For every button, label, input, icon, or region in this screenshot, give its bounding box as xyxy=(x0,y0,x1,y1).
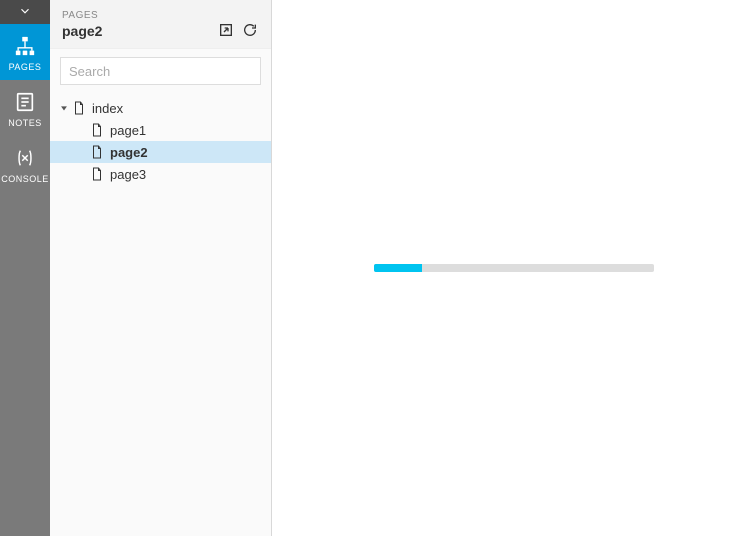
tree-label: page1 xyxy=(110,123,146,138)
pages-sidebar: PAGES page2 xyxy=(50,0,272,536)
tree-label: index xyxy=(92,101,123,116)
rail-item-label: PAGES xyxy=(9,62,42,72)
sitemap-icon xyxy=(13,34,37,58)
progress-fill xyxy=(374,264,422,272)
rail-item-label: CONSOLE xyxy=(1,174,49,184)
sidebar-section-label: PAGES xyxy=(62,10,102,21)
chevron-down-icon xyxy=(18,4,32,21)
tree-root[interactable]: index xyxy=(50,97,271,119)
refresh-button[interactable] xyxy=(241,22,259,40)
export-button[interactable] xyxy=(217,22,235,40)
tree-item[interactable]: page1 xyxy=(50,119,271,141)
variable-icon xyxy=(13,146,37,170)
loading-progress xyxy=(374,264,654,272)
page-icon xyxy=(90,145,104,159)
tree-label: page2 xyxy=(110,145,148,160)
main-canvas xyxy=(272,0,756,536)
notes-icon xyxy=(13,90,37,114)
refresh-icon xyxy=(242,22,258,41)
rail-item-pages[interactable]: PAGES xyxy=(0,24,50,80)
rail-item-label: NOTES xyxy=(8,118,42,128)
page-title: page2 xyxy=(62,23,102,39)
page-icon xyxy=(90,167,104,181)
rail-collapse-button[interactable] xyxy=(0,0,50,24)
rail-item-console[interactable]: CONSOLE xyxy=(0,136,50,192)
activity-rail: PAGES NOTES CONSOLE xyxy=(0,0,50,536)
tree-item-selected[interactable]: page2 xyxy=(50,141,271,163)
tree-item[interactable]: page3 xyxy=(50,163,271,185)
search-wrap xyxy=(50,49,271,93)
rail-item-notes[interactable]: NOTES xyxy=(0,80,50,136)
page-tree: index page1 page2 page3 xyxy=(50,93,271,189)
search-input[interactable] xyxy=(60,57,261,85)
sidebar-header: PAGES page2 xyxy=(50,0,271,49)
page-icon xyxy=(72,101,86,115)
page-icon xyxy=(90,123,104,137)
caret-down-icon[interactable] xyxy=(58,102,70,114)
tree-label: page3 xyxy=(110,167,146,182)
export-icon xyxy=(218,22,234,41)
